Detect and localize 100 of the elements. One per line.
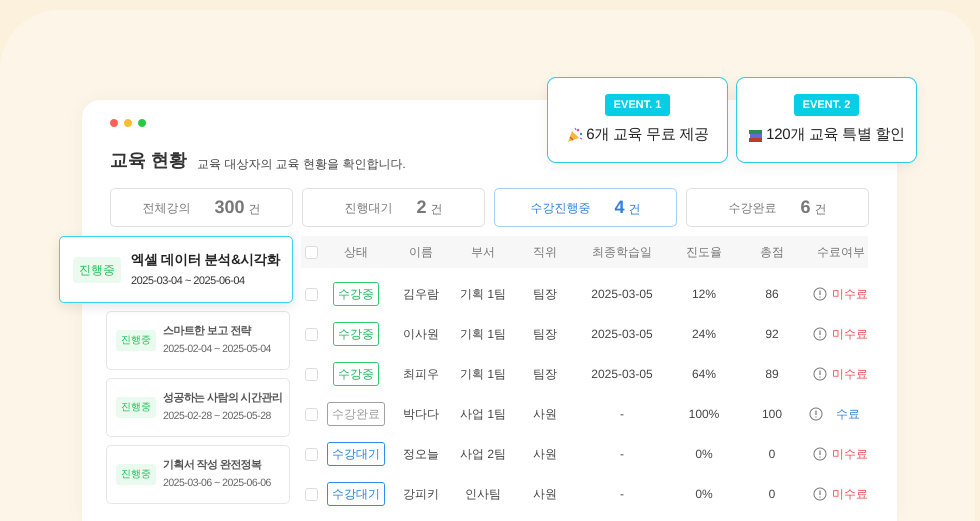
table-cell-text: 박다다	[402, 406, 440, 423]
checkbox[interactable]	[305, 488, 318, 500]
stat-card[interactable]: 진행대기 2 건	[302, 188, 485, 227]
event-text: 120개 교육 특별 할인	[766, 125, 905, 145]
column-header: 상태	[343, 244, 369, 261]
table-cell-text: 89	[764, 366, 780, 383]
table-cell-text: 0%	[694, 486, 714, 503]
checkbox[interactable]	[305, 288, 318, 300]
table-cell-text: 인사팀	[464, 486, 502, 503]
status-badge: 진행중	[73, 256, 121, 282]
stat-label: 전체강의	[142, 200, 190, 216]
table-cell-text: 사원	[532, 406, 558, 423]
column-header: 직위	[532, 244, 558, 261]
party-popper-icon	[566, 126, 584, 144]
table-cell-text: -	[619, 446, 625, 463]
table-cell-text: 2025-03-05	[590, 286, 654, 303]
table-cell-text: 0%	[694, 446, 714, 463]
table-cell-text: 팀장	[532, 366, 558, 383]
info-icon	[813, 447, 827, 461]
stat-card[interactable]: 전체강의 300 건	[110, 188, 293, 227]
table-cell-text: 팀장	[532, 286, 558, 303]
table-cell-text: 사업 1팀	[458, 406, 507, 423]
column-header: 부서	[470, 244, 496, 261]
table-cell-text: 팀장	[532, 326, 558, 343]
info-icon	[813, 287, 827, 301]
table-cell-text: 64%	[690, 366, 718, 383]
table-cell-text: 100	[760, 406, 784, 423]
stat-card[interactable]: 수강진행중 4 건	[494, 188, 677, 227]
stat-label: 진행대기	[344, 200, 392, 216]
checkbox[interactable]	[305, 448, 318, 460]
stat-value: 6	[800, 196, 810, 219]
table-cell-text: 사원	[532, 486, 558, 503]
checkbox[interactable]	[305, 408, 318, 420]
completion-status: 미수료	[832, 326, 868, 343]
course-title: 엑셀 데이터 분석&시각화	[131, 250, 280, 269]
course-period: 2025-02-04 ~ 2025-05-04	[163, 342, 271, 358]
page-title: 교육 현황	[110, 149, 188, 172]
status-tag: 수강중	[333, 362, 379, 386]
course-card[interactable]: 진행중 엑셀 데이터 분석&시각화 2025-03-04 ~ 2025-06-04	[59, 236, 293, 303]
course-card[interactable]: 진행중 스마트한 보고 전략 2025-02-04 ~ 2025-05-04	[106, 311, 290, 370]
info-icon	[809, 407, 823, 421]
column-header: 수료여부	[816, 244, 866, 261]
status-badge: 진행중	[116, 464, 156, 485]
completion-status: 미수료	[832, 446, 868, 463]
table-cell-text: 기획 1팀	[458, 366, 507, 383]
stat-unit: 건	[248, 201, 261, 218]
status-badge: 진행중	[116, 330, 156, 351]
status-tag: 수강중	[333, 322, 379, 346]
stat-unit: 건	[814, 201, 826, 218]
table-cell-text: 사업 2팀	[458, 446, 507, 463]
event-card[interactable]: EVENT. 2 120개 교육 특별 할인	[736, 77, 917, 163]
table-cell-text: 24%	[690, 326, 718, 343]
table-cell-text: 100%	[688, 406, 720, 423]
course-card[interactable]: 진행중 성공하는 사람의 시간관리 2025-02-28 ~ 2025-05-28	[106, 378, 290, 437]
info-icon	[813, 327, 827, 341]
completion-status: 미수료	[832, 286, 868, 303]
course-title: 기획서 작성 완전정복	[163, 458, 263, 473]
table-cell-text: 12%	[690, 286, 718, 303]
stat-value: 2	[416, 196, 426, 219]
column-header: 진도율	[685, 244, 723, 261]
stat-card[interactable]: 수강완료 6 건	[686, 188, 869, 227]
table-cell-text: 사원	[532, 446, 558, 463]
table-cell-text: 정오늘	[402, 446, 440, 463]
table-cell-text: 0	[768, 446, 776, 463]
checkbox[interactable]	[305, 246, 318, 258]
table-cell-text: 이사원	[402, 326, 440, 343]
table-cell-text: -	[619, 486, 625, 503]
column-header: 총점	[759, 244, 785, 261]
page-subtitle: 교육 대상자의 교육 현황을 확인합니다.	[197, 156, 406, 173]
course-card[interactable]: 진행중 기획서 작성 완전정복 2025-03-06 ~ 2025-06-06	[106, 445, 290, 504]
status-tag: 수강대기	[327, 482, 385, 506]
info-icon	[813, 487, 827, 501]
course-period: 2025-03-06 ~ 2025-06-06	[163, 476, 271, 492]
table-cell-text: 86	[764, 286, 780, 303]
event-card[interactable]: EVENT. 1 6개 교육 무료 제공	[547, 77, 728, 163]
course-period: 2025-02-28 ~ 2025-05-28	[163, 409, 272, 424]
completion-status: 미수료	[832, 486, 868, 503]
checkbox[interactable]	[305, 368, 318, 380]
stat-unit: 건	[628, 201, 640, 218]
stat-label: 수강완료	[728, 200, 776, 216]
completion-status: 수료	[835, 406, 861, 423]
table-cell-text: 92	[764, 326, 780, 343]
books-icon	[748, 127, 764, 144]
status-tag: 수강완료	[327, 402, 385, 426]
status-tag: 수강중	[333, 282, 379, 306]
column-header: 이름	[408, 244, 434, 261]
stat-label: 수강진행중	[530, 200, 590, 216]
checkbox[interactable]	[305, 328, 318, 340]
status-badge: 진행중	[116, 397, 156, 418]
event-text: 6개 교육 무료 제공	[586, 125, 709, 145]
stat-value: 4	[614, 196, 624, 219]
stat-value: 300	[214, 196, 245, 219]
table-cell-text: 2025-03-05	[590, 326, 654, 343]
course-title: 성공하는 사람의 시간관리	[163, 390, 282, 406]
column-header: 최종학습일	[591, 244, 653, 261]
status-tag: 수강대기	[327, 442, 385, 466]
table-cell-text: 김우람	[402, 286, 440, 303]
table-cell-text: 0	[768, 486, 776, 503]
info-icon	[813, 367, 827, 381]
table-cell-text: 최피우	[402, 366, 440, 383]
